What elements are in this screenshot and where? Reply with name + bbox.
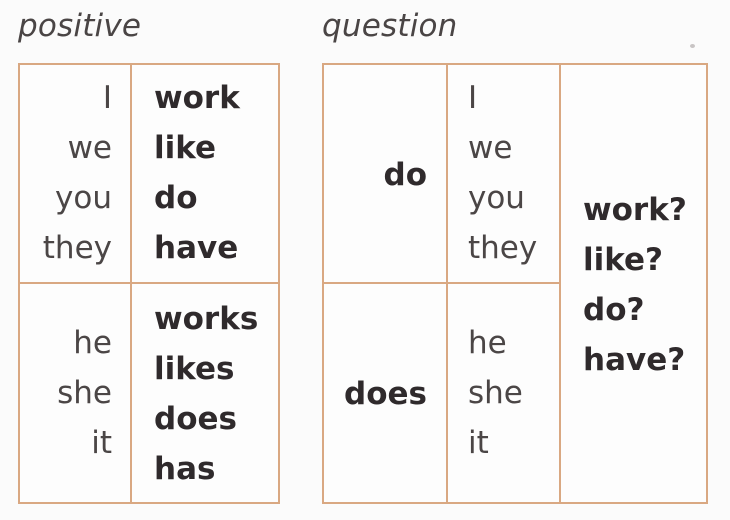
- question-verb-have: have?: [583, 342, 686, 378]
- pronoun-i: I: [102, 80, 112, 116]
- question-pronoun-we: we: [468, 130, 513, 166]
- question-row-divider: [322, 282, 561, 284]
- positive-title: positive: [18, 8, 142, 44]
- question-plural-pronouns: I we you they: [468, 73, 558, 273]
- verb-works: works: [154, 301, 259, 337]
- pronoun-it: it: [91, 425, 112, 461]
- positive-plural-pronouns: I we you they: [20, 73, 112, 273]
- question-singular-pronouns: he she it: [468, 318, 558, 468]
- question-pronoun-they: they: [468, 230, 538, 266]
- question-verbs: work? like? do? have?: [583, 185, 705, 385]
- verb-likes: likes: [154, 351, 235, 387]
- verb-like: like: [154, 130, 217, 166]
- question-verb-like: like?: [583, 242, 664, 278]
- question-verb-do: do?: [583, 292, 645, 328]
- positive-row-divider: [18, 282, 280, 284]
- positive-base-verbs: work like do have: [154, 73, 276, 273]
- pronoun-he: he: [73, 325, 112, 361]
- scan-speck: [690, 44, 695, 48]
- question-pronoun-you: you: [468, 180, 525, 216]
- pronoun-you: you: [55, 180, 112, 216]
- verb-do: do: [154, 180, 198, 216]
- aux-does: does: [344, 376, 427, 412]
- verb-work: work: [154, 80, 240, 116]
- question-pronoun-she: she: [468, 375, 523, 411]
- pronoun-they: they: [42, 230, 112, 266]
- pronoun-she: she: [57, 375, 112, 411]
- pronoun-we: we: [67, 130, 112, 166]
- question-pronoun-it: it: [468, 425, 489, 461]
- question-verb-work: work?: [583, 192, 687, 228]
- question-title: question: [322, 8, 458, 44]
- question-pronoun-i: I: [468, 80, 478, 116]
- verb-does: does: [154, 401, 237, 437]
- verb-has: has: [154, 451, 216, 487]
- verb-have: have: [154, 230, 239, 266]
- positive-third-person-verbs: works likes does has: [154, 294, 276, 494]
- aux-do: do: [383, 157, 428, 193]
- positive-singular-pronouns: he she it: [20, 318, 112, 468]
- question-pronoun-he: he: [468, 325, 507, 361]
